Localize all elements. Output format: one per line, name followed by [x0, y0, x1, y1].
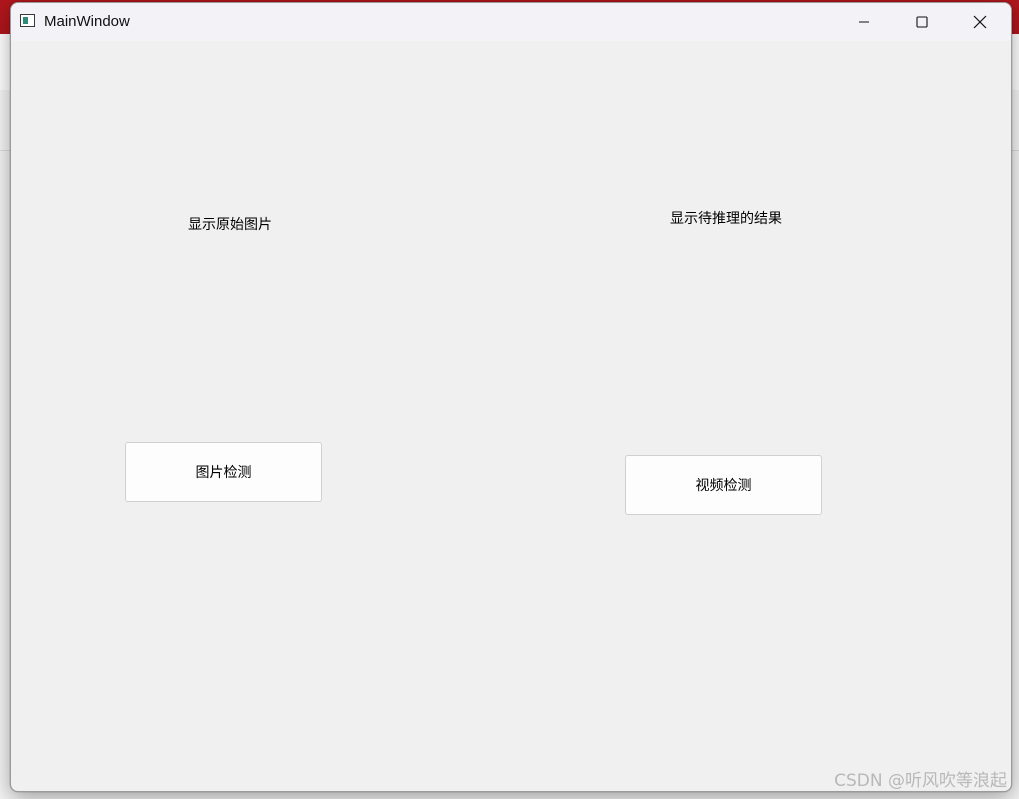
window-title: MainWindow	[44, 13, 130, 30]
minimize-icon	[859, 21, 869, 23]
maximize-button[interactable]	[893, 3, 951, 41]
title-bar[interactable]: MainWindow	[11, 3, 1011, 41]
app-window-icon	[20, 14, 35, 27]
minimize-button[interactable]	[835, 3, 893, 41]
maximize-icon	[916, 16, 928, 28]
watermark: CSDN @听风吹等浪起	[834, 771, 1007, 791]
original-image-label: 显示原始图片	[188, 217, 272, 233]
video-detect-button[interactable]: 视频检测	[625, 455, 822, 515]
main-window: MainWindow 显示原始图片 显示待推理的结果 图片检测 视频检测	[10, 2, 1012, 792]
inference-result-label: 显示待推理的结果	[670, 211, 782, 227]
image-detect-button[interactable]: 图片检测	[125, 442, 322, 502]
close-button[interactable]	[951, 3, 1009, 41]
close-icon	[973, 15, 987, 29]
